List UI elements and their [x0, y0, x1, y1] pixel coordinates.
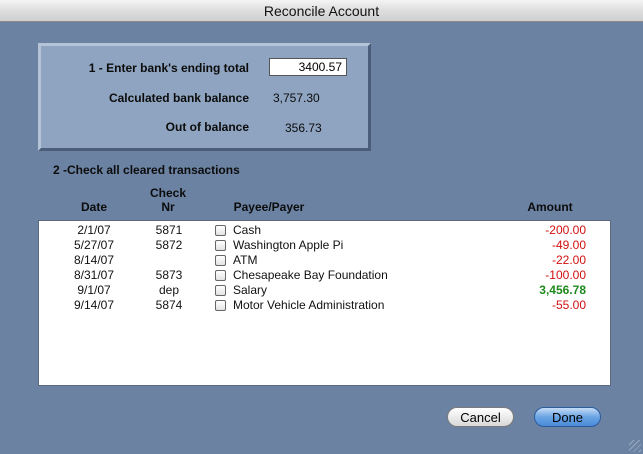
cleared-checkbox[interactable]: [215, 255, 226, 266]
transaction-row[interactable]: 9/14/07 5874 Motor Vehicle Administratio…: [39, 298, 610, 313]
balance-panel: 1 - Enter bank's ending total Calculated…: [38, 43, 371, 151]
transaction-check-nr: 5874: [155, 298, 183, 312]
column-header-date: Date: [80, 200, 107, 214]
transaction-payee: ATM: [233, 253, 258, 267]
transaction-payee: Cash: [233, 223, 262, 237]
transaction-row[interactable]: 9/1/07 dep Salary 3,456.78: [39, 283, 610, 298]
transaction-row[interactable]: 8/14/07 ATM -22.00: [39, 253, 610, 268]
window-title-bar[interactable]: Reconcile Account: [0, 0, 643, 22]
transaction-payee: Motor Vehicle Administration: [233, 298, 385, 312]
cleared-transactions-heading: 2 -Check all cleared transactions: [53, 163, 240, 177]
transaction-payee: Chesapeake Bay Foundation: [233, 268, 388, 282]
transaction-amount: -100.00: [545, 268, 586, 282]
transaction-check-nr: dep: [158, 283, 180, 297]
column-header-payee: Payee/Payer: [233, 200, 305, 214]
transaction-row[interactable]: 8/31/07 5873 Chesapeake Bay Foundation -…: [39, 268, 610, 283]
cancel-button[interactable]: Cancel: [447, 407, 514, 427]
column-header-check-line1: Check: [149, 186, 187, 200]
transaction-date: 8/31/07: [73, 268, 115, 282]
transaction-payee: Washington Apple Pi: [233, 238, 344, 252]
column-header-amount: Amount: [527, 200, 573, 214]
transaction-amount: -200.00: [545, 223, 586, 237]
cleared-checkbox[interactable]: [215, 300, 226, 311]
window-title: Reconcile Account: [263, 3, 380, 19]
transaction-date: 9/1/07: [77, 283, 111, 297]
transaction-row[interactable]: 2/1/07 5871 Cash -200.00: [39, 223, 610, 238]
calculated-balance-label: Calculated bank balance: [108, 91, 249, 105]
calculated-balance-value: 3,757.30: [273, 91, 320, 105]
out-of-balance-label: Out of balance: [165, 120, 249, 134]
transaction-date: 9/14/07: [73, 298, 115, 312]
transaction-amount: -55.00: [551, 298, 586, 312]
transaction-amount: 3,456.78: [539, 283, 586, 297]
transaction-date: 5/27/07: [73, 238, 115, 252]
transaction-date: 8/14/07: [73, 253, 115, 267]
transaction-amount: -49.00: [551, 238, 586, 252]
out-of-balance-value: 356.73: [285, 121, 322, 135]
column-header-check-line2: Nr: [161, 200, 175, 214]
transaction-check-nr: 5872: [155, 238, 183, 252]
done-button[interactable]: Done: [534, 407, 601, 427]
transaction-check-nr: 5871: [155, 223, 183, 237]
ending-total-label: 1 - Enter bank's ending total: [88, 61, 249, 75]
cleared-checkbox[interactable]: [215, 285, 226, 296]
transaction-check-nr: 5873: [155, 268, 183, 282]
bank-ending-total-input[interactable]: [269, 58, 347, 76]
resize-grip[interactable]: [629, 440, 641, 452]
transaction-payee: Salary: [233, 283, 268, 297]
transaction-date: 2/1/07: [77, 223, 111, 237]
column-header-check-nr: Check Nr: [146, 186, 190, 214]
cleared-checkbox[interactable]: [215, 240, 226, 251]
transactions-list[interactable]: 2/1/07 5871 Cash -200.00 5/27/07 5872 Wa…: [38, 220, 611, 386]
transaction-row[interactable]: 5/27/07 5872 Washington Apple Pi -49.00: [39, 238, 610, 253]
cleared-checkbox[interactable]: [215, 270, 226, 281]
transaction-amount: -22.00: [551, 253, 586, 267]
cleared-checkbox[interactable]: [215, 225, 226, 236]
